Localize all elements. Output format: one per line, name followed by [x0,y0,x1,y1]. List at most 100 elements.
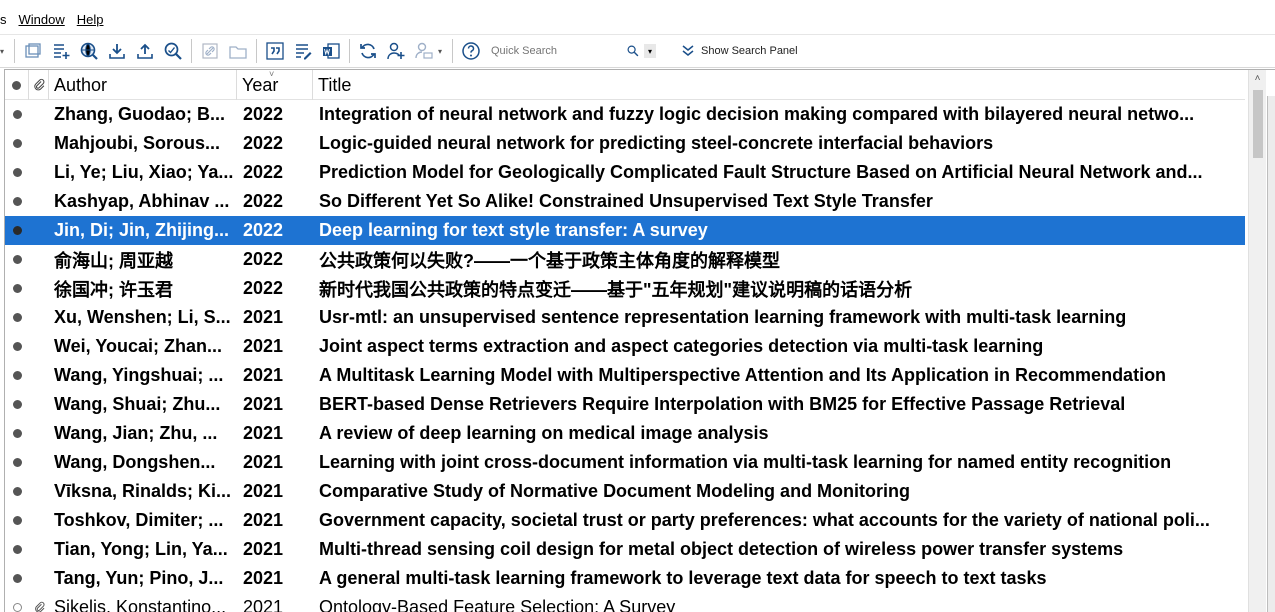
title-cell: BERT-based Dense Retrievers Require Inte… [319,394,1126,414]
table-row[interactable]: Wei, Youcai; Zhan... 2021 Joint aspect ter… [5,332,1245,361]
toolbar-separator [452,39,453,63]
author-cell: Tang, Yun; Pino, J... [54,568,224,588]
author-cell: Li, Ye; Liu, Xiao; Ya... [54,162,234,182]
title-cell: Multi-thread sensing coil design for met… [319,539,1124,559]
column-author-label: Author [54,74,108,95]
table-row[interactable]: Zhang, Guodao; B... 2022 Integration of ne… [5,100,1245,129]
new-reference-button[interactable] [50,40,72,62]
year-cell: 2021 [243,452,284,472]
year-cell: 2022 [243,104,284,124]
unread-dot-icon [12,168,22,177]
title-cell: Ontology-Based Feature Selection: A Surv… [319,597,676,612]
share-group-button[interactable] [385,40,407,62]
title-cell: Deep learning for text style transfer: A… [319,220,708,240]
vertical-scrollbar[interactable]: ˄ [1248,70,1266,612]
menu-bar: s Window Help [0,0,1275,34]
format-bibliography-button[interactable] [292,40,314,62]
table-row[interactable]: Kashyap, Abhinav ... 2022 So Different Yet… [5,187,1245,216]
menu-item-window-label: Window [18,11,65,27]
quote-icon [266,42,284,60]
column-year[interactable]: Year ˅ [237,70,313,100]
title-cell: Learning with joint cross-document infor… [319,452,1172,472]
table-row[interactable]: Wang, Jian; Zhu, ... 2021 A review of deep… [5,419,1245,448]
unread-dot-icon [12,429,22,438]
unread-dot-icon [12,342,22,351]
online-search-button[interactable] [78,40,100,62]
title-cell: Logic-guided neural network for predicti… [319,133,994,153]
title-cell: A general multi-task learning framework … [319,568,1047,588]
open-url-button[interactable] [199,40,221,62]
group-dropdown-caret[interactable]: ▾ [0,47,8,56]
table-row[interactable]: Vīksna, Rinalds; Ki... 2021 Comparative St… [5,477,1245,506]
read-status-cell [5,284,29,293]
author-cell: Wang, Shuai; Zhu... [54,394,221,414]
column-attachment[interactable] [29,70,49,100]
author-cell: Tian, Yong; Lin, Ya... [54,539,228,559]
table-row[interactable]: Wang, Dongshen... 2021 Learning with joint… [5,448,1245,477]
author-cell: Wang, Yingshuai; ... [54,365,224,385]
table-row[interactable]: 徐国冲; 许玉君 2022 新时代我国公共政策的特点变迁——基于"五年规划"建议说明… [5,274,1245,303]
copy-group-button[interactable] [22,40,44,62]
table-row[interactable]: Tian, Yong; Lin, Ya... 2021 Multi-thread s… [5,535,1245,564]
year-cell: 2022 [243,278,284,298]
menu-item-window[interactable]: Window [13,12,71,27]
year-cell: 2021 [243,336,284,356]
unread-dot-icon [12,284,22,293]
quick-search-input[interactable] [491,45,626,57]
table-row[interactable]: Tang, Yun; Pino, J... 2021 A general multi… [5,564,1245,593]
scrollbar-thumb[interactable] [1253,90,1263,158]
author-cell: Wang, Dongshen... [54,452,216,472]
table-row[interactable]: Xu, Wenshen; Li, S... 2021 Usr-mtl: an uns… [5,303,1245,332]
read-status-cell [5,487,29,496]
group-members-button[interactable] [413,40,435,62]
show-search-panel-button[interactable]: Show Search Panel [680,44,798,58]
read-status-cell [5,371,29,380]
author-cell: Toshkov, Dimiter; ... [54,510,224,530]
users-icon [415,42,433,59]
search-options-dropdown[interactable]: ▾ [644,44,656,58]
table-row[interactable]: Wang, Yingshuai; ... 2021 A Multitask Lear… [5,361,1245,390]
table-row[interactable]: Sikelis, Konstantino... 2021 Ontology-Base… [5,593,1245,612]
table-row[interactable]: Mahjoubi, Sorous... 2022 Logic-guided neur… [5,129,1245,158]
author-cell: Jin, Di; Jin, Zhijing... [54,220,229,240]
unread-dot-icon [12,458,22,467]
reference-list: Author Year ˅ Title Zhang, Guodao; B... 2… [4,69,1275,612]
read-status-cell [5,139,29,148]
table-row-selected[interactable]: Jin, Di; Jin, Zhijing... 2022 Deep learnin… [5,216,1245,245]
toolbar-separator [14,39,15,63]
table-row[interactable]: Toshkov, Dimiter; ... 2021 Government capa… [5,506,1245,535]
title-cell: A review of deep learning on medical ima… [319,423,769,443]
help-button[interactable] [460,40,482,62]
read-status-icon [12,80,21,90]
unread-dot-icon [12,255,22,264]
find-full-text-button[interactable] [162,40,184,62]
import-button[interactable] [106,40,128,62]
menu-item-truncated[interactable]: s [0,12,13,27]
column-author[interactable]: Author [49,70,237,100]
search-icon[interactable] [626,44,640,58]
insert-citation-button[interactable] [264,40,286,62]
table-row[interactable]: 俞海山; 周亚越 2022 公共政策何以失败?——一个基于政策主体角度的解释模型 [5,245,1245,274]
year-cell: 2021 [243,481,284,501]
year-cell: 2021 [243,510,284,530]
scroll-up-arrow-icon[interactable]: ˄ [1249,70,1266,87]
menu-item-help[interactable]: Help [71,12,110,27]
read-status-cell [5,429,29,438]
column-title[interactable]: Title [313,70,1245,100]
table-row[interactable]: Li, Ye; Liu, Xiao; Ya... 2022 Prediction M… [5,158,1245,187]
word-button[interactable] [320,40,342,62]
export-button[interactable] [134,40,156,62]
year-cell: 2021 [243,307,284,327]
open-file-button[interactable] [227,40,249,62]
column-read-status[interactable] [5,70,29,100]
read-status-cell [5,110,29,119]
table-row[interactable]: Wang, Shuai; Zhu... 2021 BERT-based Dense … [5,390,1245,419]
year-cell: 2021 [243,394,284,414]
members-dropdown-caret[interactable]: ▾ [438,47,446,56]
unread-dot-icon [12,197,22,206]
read-status-cell [5,603,29,612]
toolbar-separator [191,39,192,63]
year-cell: 2021 [243,365,284,385]
title-cell: Prediction Model for Geologically Compli… [319,162,1203,182]
sync-button[interactable] [357,40,379,62]
